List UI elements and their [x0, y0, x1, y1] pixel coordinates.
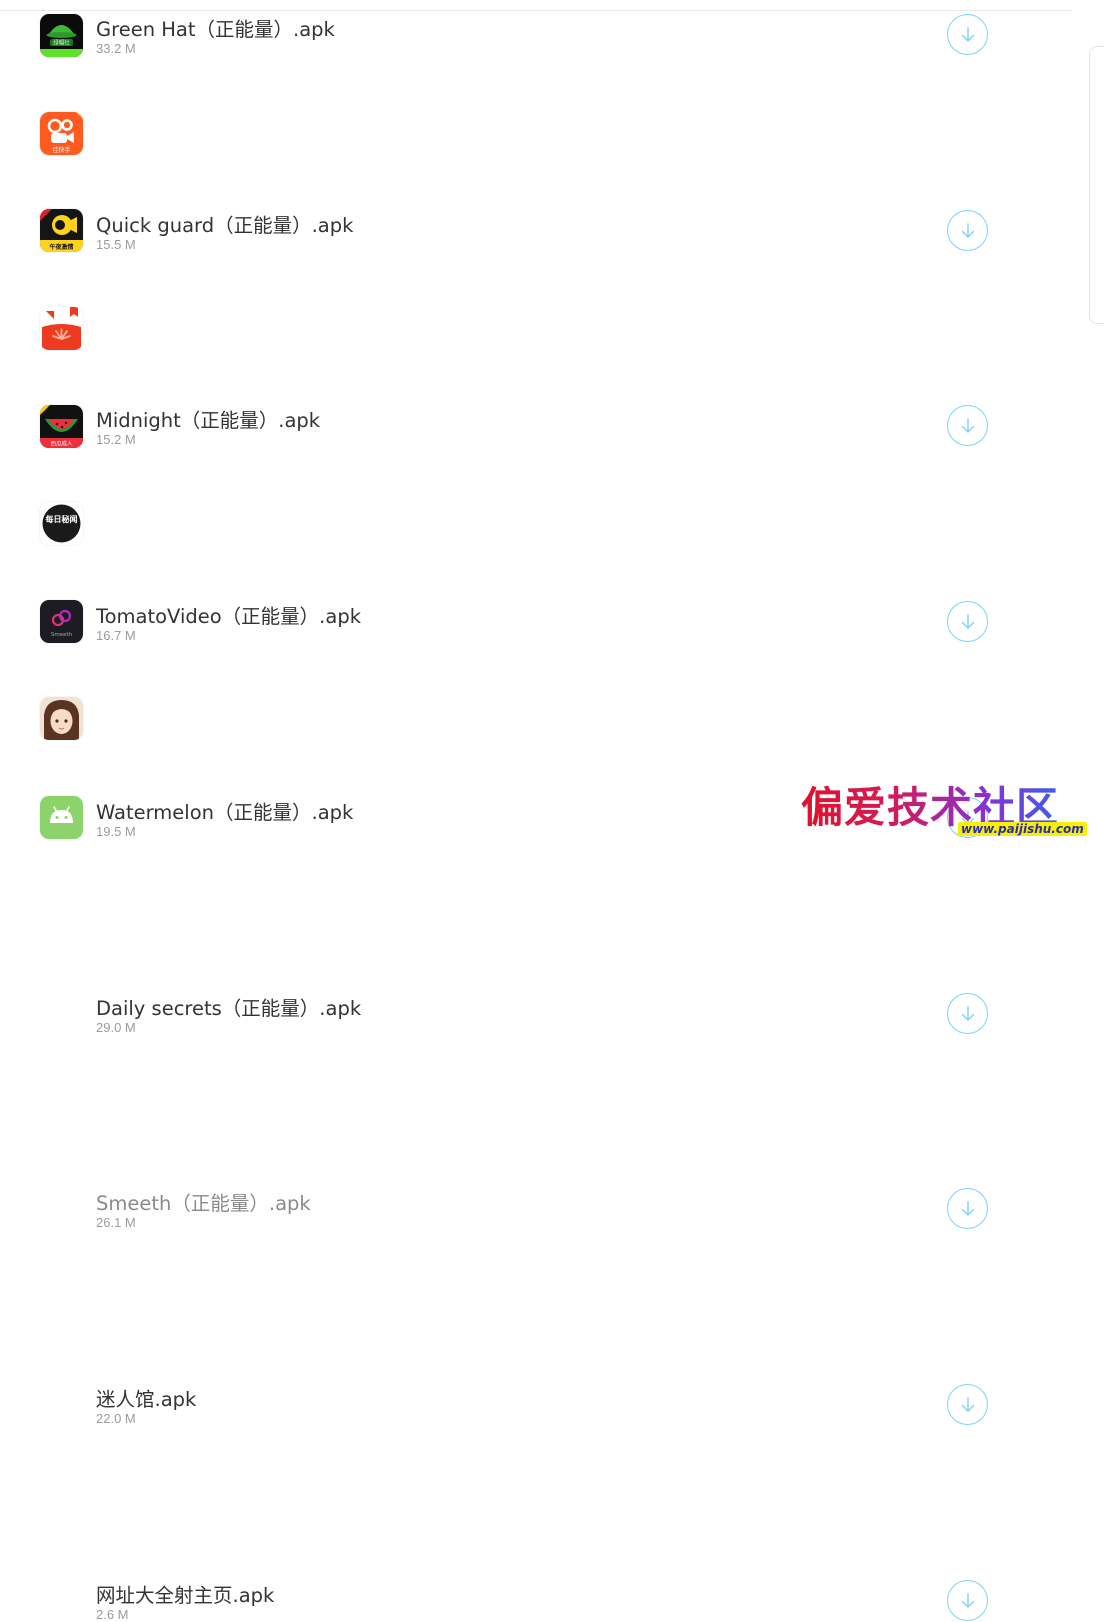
- app-size: 33.2 M: [96, 41, 136, 56]
- app-name[interactable]: Daily secrets（正能量）.apk: [96, 992, 361, 1021]
- list-item[interactable]: 佳快手 Quick guard（正能量）.apk 15.5 M: [0, 98, 1000, 252]
- daily-secrets-icon-label: 每日秘闻: [46, 514, 78, 524]
- app-size: 26.1 M: [96, 1215, 136, 1230]
- list-item[interactable]: TomatoVideo（正能量）.apk 16.7 M: [0, 294, 1000, 643]
- list-item[interactable]: 西瓜成人 Watermelon（正能量）.apk 19.5 M: [0, 392, 1000, 839]
- app-name[interactable]: Smeeth（正能量）.apk: [96, 1187, 311, 1216]
- list-item[interactable]: 绿帽社 Green Hat（正能量）.apk 33.2 M: [0, 0, 1000, 98]
- download-button[interactable]: [947, 1580, 988, 1621]
- apk-file-list: 绿帽社 Green Hat（正能量）.apk 33.2 M 佳快手 Quick …: [0, 0, 1104, 1622]
- smeeth-icon-label: Smeeth: [51, 632, 73, 638]
- quick-guard-icon-label: 佳快手: [52, 146, 70, 154]
- midnight-icon: 午夜激情: [40, 209, 83, 252]
- download-arrow-icon: [961, 26, 974, 42]
- green-hat-icon: 绿帽社: [40, 14, 83, 57]
- watermark-url: www.paijishu.com: [958, 822, 1087, 836]
- app-size: 2.6 M: [96, 1607, 129, 1622]
- smeeth-icon: Smeeth: [40, 600, 83, 643]
- download-button[interactable]: [947, 14, 988, 55]
- green-hat-icon-label: 绿帽社: [53, 39, 70, 47]
- watermark: 偏爱技术社区 www.paijishu.com: [798, 772, 1104, 854]
- download-arrow-icon: [961, 1005, 974, 1021]
- download-arrow-icon: [961, 1592, 974, 1608]
- list-item[interactable]: 午夜激情 Midnight（正能量）.apk 15.2 M: [0, 196, 1000, 447]
- download-button[interactable]: [947, 993, 988, 1034]
- quick-guard-icon: 佳快手: [40, 112, 83, 155]
- app-name[interactable]: Green Hat（正能量）.apk: [96, 13, 335, 42]
- app-size: 29.0 M: [96, 1020, 136, 1035]
- app-name[interactable]: 迷人馆.apk: [96, 1383, 196, 1412]
- midnight-icon-label: 午夜激情: [49, 243, 73, 251]
- app-size: 22.0 M: [96, 1411, 136, 1426]
- list-item[interactable]: 每日秘闻 Daily secrets（正能量）.apk 29.0 M: [0, 490, 1000, 1035]
- download-button[interactable]: [947, 1384, 988, 1425]
- mirenguan-icon: [40, 697, 83, 740]
- list-item[interactable]: Smeeth Smeeth（正能量）.apk 26.1 M: [0, 588, 1000, 1230]
- list-item[interactable]: 迷人馆.apk 22.0 M: [0, 686, 1000, 1426]
- daily-secrets-icon: 每日秘闻: [40, 502, 83, 545]
- android-icon: [40, 796, 83, 839]
- download-arrow-icon: [961, 1200, 974, 1216]
- download-button[interactable]: [947, 1188, 988, 1229]
- download-arrow-icon: [961, 1396, 974, 1412]
- app-name[interactable]: 网址大全射主页.apk: [96, 1579, 274, 1608]
- tomato-video-icon: [40, 307, 83, 350]
- watermelon-icon: 西瓜成人: [40, 405, 83, 448]
- watermelon-icon-label: 西瓜成人: [50, 440, 73, 448]
